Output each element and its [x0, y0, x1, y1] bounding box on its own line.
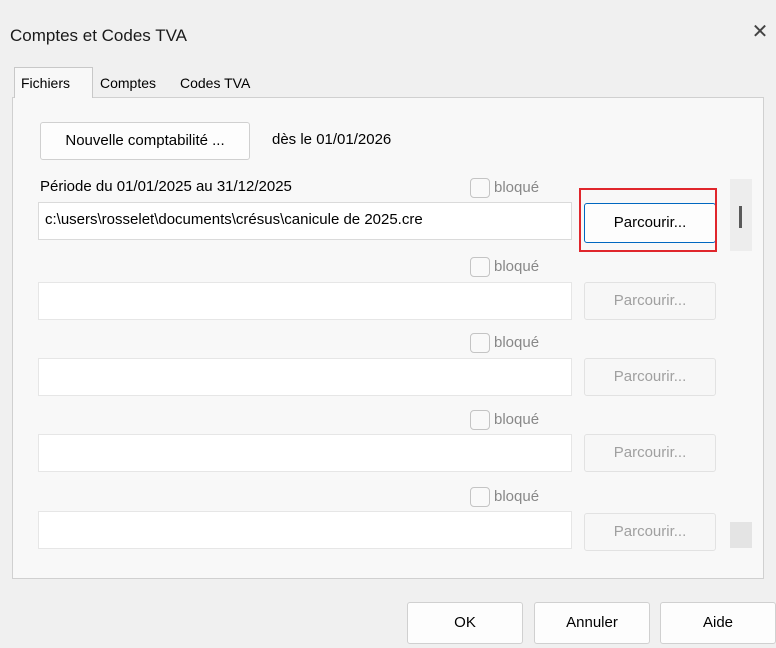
- ok-button[interactable]: OK: [407, 602, 523, 644]
- new-accounting-date: dès le 01/01/2026: [272, 131, 392, 148]
- locked-checkbox[interactable]: [470, 178, 490, 198]
- locked-label: bloqué: [494, 488, 540, 505]
- locked-label: bloqué: [494, 411, 540, 428]
- browse-button[interactable]: Parcourir...: [584, 358, 716, 396]
- cancel-button[interactable]: Annuler: [534, 602, 650, 644]
- tab-fichiers[interactable]: Fichiers: [14, 67, 93, 98]
- tab-panel-fichiers: [12, 97, 764, 579]
- browse-button[interactable]: Parcourir...: [584, 513, 716, 551]
- help-button[interactable]: Aide: [660, 602, 776, 644]
- tab-comptes[interactable]: Comptes: [94, 69, 174, 98]
- file-path-field[interactable]: [38, 358, 572, 396]
- locked-label: bloqué: [494, 334, 540, 351]
- tab-codes-tva[interactable]: Codes TVA: [174, 69, 266, 98]
- title-bar: Comptes et Codes TVA ✕: [0, 0, 776, 62]
- browse-button[interactable]: Parcourir...: [584, 434, 716, 472]
- file-path-field[interactable]: c:\users\rosselet\documents\crésus\canic…: [38, 202, 572, 240]
- file-path-text: c:\users\rosselet\documents\crésus\canic…: [45, 211, 423, 228]
- window-title: Comptes et Codes TVA: [10, 26, 188, 45]
- locked-checkbox[interactable]: [470, 257, 490, 277]
- locked-checkbox[interactable]: [470, 333, 490, 353]
- browse-button[interactable]: Parcourir...: [584, 282, 716, 320]
- new-accounting-button[interactable]: Nouvelle comptabilité ...: [40, 122, 250, 160]
- locked-label: bloqué: [494, 258, 540, 275]
- scrollbar-thumb[interactable]: [739, 206, 742, 228]
- file-path-field[interactable]: [38, 511, 572, 549]
- locked-label: bloqué: [494, 179, 540, 196]
- file-path-field[interactable]: [38, 282, 572, 320]
- scrollbar-end[interactable]: [730, 522, 752, 548]
- highlight-box: [579, 188, 717, 252]
- file-path-field[interactable]: [38, 434, 572, 472]
- period-label: Période du 01/01/2025 au 31/12/2025: [40, 178, 292, 195]
- close-icon[interactable]: ✕: [748, 20, 772, 44]
- locked-checkbox[interactable]: [470, 410, 490, 430]
- locked-checkbox[interactable]: [470, 487, 490, 507]
